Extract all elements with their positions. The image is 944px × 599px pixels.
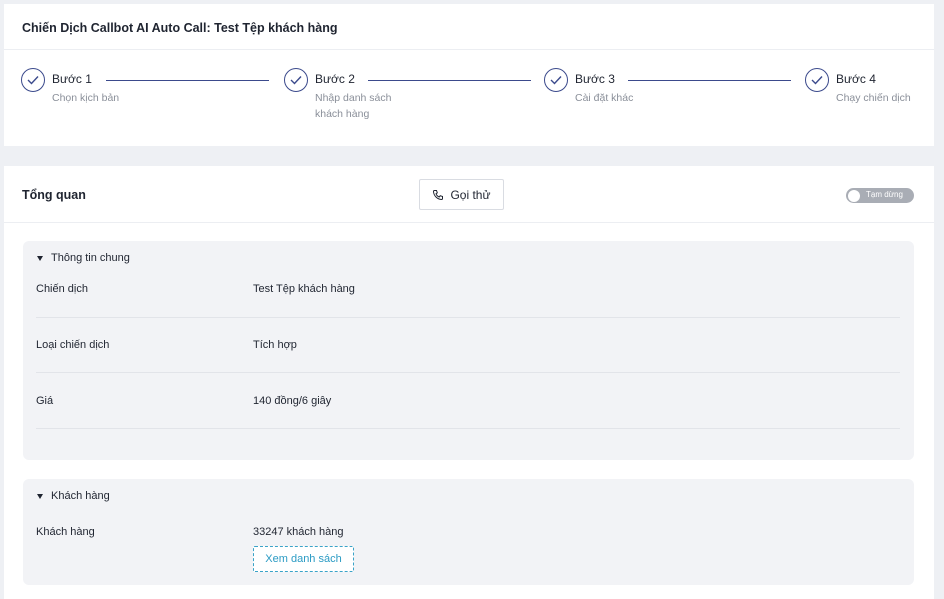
step-label: Bước 2 [315, 72, 355, 86]
check-circle-icon [21, 68, 45, 92]
row-divider [36, 317, 900, 318]
customers-row: Khách hàng 33247 khách hàng Xem danh sác… [36, 526, 900, 576]
caret-down-icon [37, 255, 43, 261]
step-connector [368, 80, 531, 81]
step-connector [628, 80, 791, 81]
customers-title: Khách hàng [51, 490, 110, 502]
phone-icon [433, 189, 444, 200]
step-label: Bước 1 [52, 72, 92, 86]
info-key: Giá [36, 395, 54, 407]
customers-header[interactable]: Khách hàng [37, 490, 110, 502]
check-circle-icon [284, 68, 308, 92]
info-value: Test Tệp khách hàng [253, 283, 355, 295]
overview-title: Tổng quan [22, 188, 86, 202]
info-key: Loại chiến dịch [36, 339, 110, 351]
row-divider [36, 372, 900, 373]
step-label: Bước 4 [836, 72, 876, 86]
toggle-label: Tạm dừng [866, 190, 903, 199]
row-divider [36, 428, 900, 429]
stepper-card: Chiến Dịch Callbot AI Auto Call: Test Tệ… [4, 4, 934, 146]
customers-panel: Khách hàng Khách hàng 33247 khách hàng X… [23, 479, 914, 585]
info-value: Tích hợp [253, 339, 297, 351]
overview-card: Tổng quan Gọi thử Tạm dừng Thông tin chu… [4, 166, 934, 599]
check-circle-icon [805, 68, 829, 92]
view-list-button[interactable]: Xem danh sách [253, 546, 354, 572]
step-description: Cài đặt khác [575, 92, 634, 104]
general-info-header[interactable]: Thông tin chung [37, 252, 130, 264]
test-call-button[interactable]: Gọi thử [419, 179, 504, 210]
check-circle-icon [544, 68, 568, 92]
info-key: Chiến dịch [36, 283, 88, 295]
step-connector [106, 80, 269, 81]
step-description: Chạy chiến dịch [836, 92, 911, 104]
overview-divider [4, 222, 934, 223]
step-description: Chọn kịch bản [52, 92, 120, 104]
test-call-label: Gọi thử [450, 187, 491, 202]
caret-down-icon [37, 493, 43, 499]
general-info-title: Thông tin chung [51, 252, 130, 264]
info-value: 140 đồng/6 giây [253, 395, 332, 407]
pause-toggle[interactable]: Tạm dừng [846, 188, 914, 203]
step-label: Bước 3 [575, 72, 615, 86]
toggle-knob [848, 189, 860, 202]
page-title: Chiến Dịch Callbot AI Auto Call: Test Tệ… [22, 21, 338, 35]
step-description: Nhập danh sách khách hàng [315, 92, 392, 120]
customers-key: Khách hàng [36, 526, 95, 538]
header-divider [4, 49, 934, 50]
general-info-panel: Thông tin chung Chiến dịch Test Tệp khác… [23, 241, 914, 460]
customers-count: 33247 khách hàng [253, 526, 344, 538]
